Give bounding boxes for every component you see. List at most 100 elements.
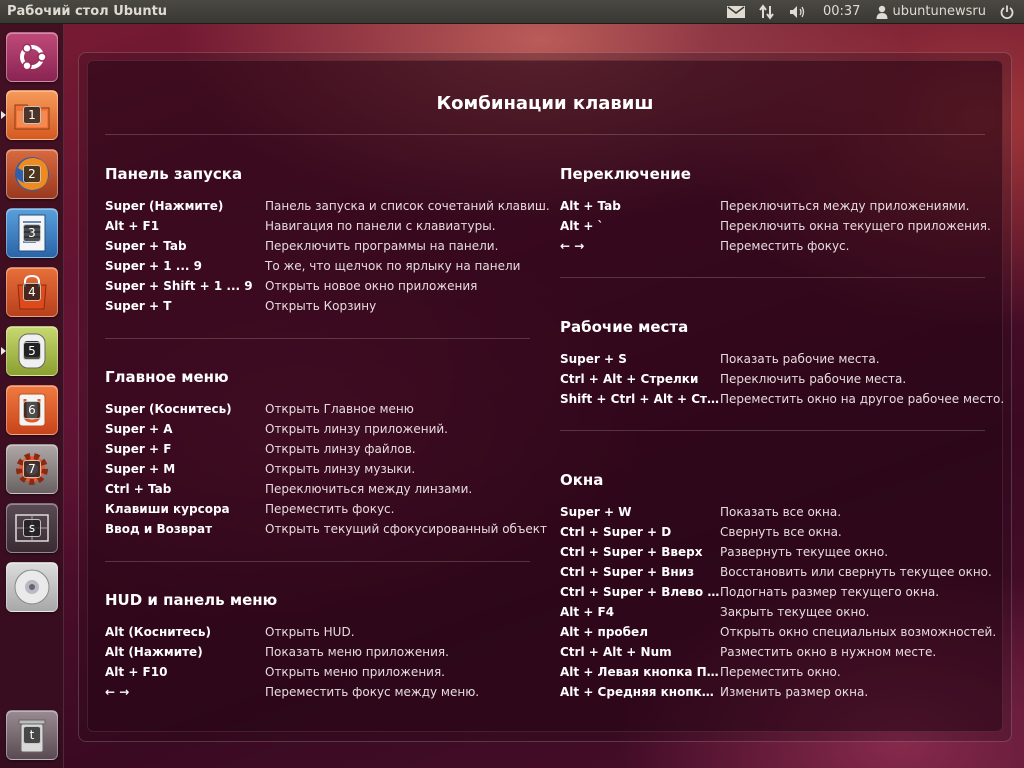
shortcut-description: Переместить фокус между меню. bbox=[265, 685, 480, 699]
launcher-item-ubuntu-one-music[interactable]: 6 bbox=[6, 385, 58, 435]
shortcut-description: Восстановить или свернуть текущее окно. bbox=[720, 565, 992, 579]
shortcut-row: Клавиши курсора Переместить фокус. bbox=[105, 499, 547, 519]
shortcut-row: Super + F Открыть линзу файлов. bbox=[105, 439, 547, 459]
shortcut-key: Super + T bbox=[105, 299, 172, 313]
shortcut-description: Открыть новое окно приложения bbox=[265, 279, 478, 293]
shortcut-key: Alt + F4 bbox=[560, 605, 615, 619]
section-title-workspaces: Рабочие места bbox=[560, 318, 689, 336]
shortcut-row: Alt + ` Переключить окна текущего приложе… bbox=[560, 216, 991, 236]
shortcut-description: Переключить окна текущего приложения. bbox=[720, 219, 991, 233]
shortcut-list-launcher: Super (Нажмите) Панель запуска и список с… bbox=[105, 196, 550, 316]
shortcut-key: Клавиши курсора bbox=[105, 502, 230, 516]
volume-icon[interactable] bbox=[789, 0, 807, 24]
shortcut-key: Super + 1 ... 9 bbox=[105, 259, 202, 273]
network-icon[interactable] bbox=[759, 0, 775, 24]
shortcut-key: Super (Коснитесь) bbox=[105, 402, 232, 416]
launcher-item-trash[interactable]: t bbox=[6, 710, 58, 760]
shortcut-row: Alt + Левая кнопка Пе... Переместить окно… bbox=[560, 662, 996, 682]
shortcut-key: Super + Shift + 1 ... 9 bbox=[105, 279, 253, 293]
user-name: ubuntunewsru bbox=[892, 4, 986, 19]
shortcut-list-switching: Alt + Tab Переключиться между приложениям… bbox=[560, 196, 991, 256]
launcher-item-firefox[interactable]: 2 bbox=[6, 149, 58, 199]
launcher-number: 3 bbox=[23, 224, 41, 242]
top-panel: Рабочий стол Ubuntu 00:37 ubuntunewsru bbox=[0, 0, 1024, 24]
user-menu[interactable]: ubuntunewsru bbox=[876, 4, 986, 19]
shortcut-row: Ctrl + Super + D Свернуть все окна. bbox=[560, 522, 996, 542]
shortcut-key: Alt (Коснитесь) bbox=[105, 625, 211, 639]
running-indicator bbox=[1, 347, 6, 355]
shortcut-row: Super (Коснитесь) Открыть Главное меню bbox=[105, 399, 547, 419]
shortcut-row: Alt (Коснитесь) Открыть HUD. bbox=[105, 622, 479, 642]
power-icon[interactable] bbox=[1000, 0, 1014, 24]
shortcut-row: Alt + F10 Открыть меню приложения. bbox=[105, 662, 479, 682]
shortcut-row: Shift + Ctrl + Alt + Стре... Переместить … bbox=[560, 389, 1004, 409]
shortcut-row: Ctrl + Super + Вверх Развернуть текущее о… bbox=[560, 542, 996, 562]
shortcut-description: Открыть линзу приложений. bbox=[265, 422, 448, 436]
shortcut-description: Открыть Корзину bbox=[265, 299, 377, 313]
shortcut-key: Ctrl + Alt + Стрелки bbox=[560, 372, 699, 386]
clock[interactable]: 00:37 bbox=[823, 4, 860, 19]
shortcut-key: Alt + пробел bbox=[560, 625, 648, 639]
launcher-number: s bbox=[23, 519, 41, 537]
shortcut-row: Alt + Средняя кнопка ... Изменить размер … bbox=[560, 682, 996, 702]
shortcut-key: Super (Нажмите) bbox=[105, 199, 224, 213]
shortcut-row: Ctrl + Tab Переключиться между линзами. bbox=[105, 479, 547, 499]
launcher-item-workspace-switcher[interactable]: s bbox=[6, 503, 58, 553]
shortcut-row: Ctrl + Alt + Стрелки Переключить рабочие … bbox=[560, 369, 1004, 389]
shortcut-row: Ctrl + Alt + Num Разместить окно в нужном… bbox=[560, 642, 996, 662]
mail-icon[interactable] bbox=[726, 0, 745, 24]
shortcut-key: ← → bbox=[560, 239, 585, 253]
divider bbox=[105, 561, 530, 562]
launcher-item-libreoffice-writer[interactable]: 3 bbox=[6, 208, 58, 258]
launcher-number: t bbox=[23, 726, 41, 744]
shortcut-key: Alt + Левая кнопка Пе... bbox=[560, 665, 720, 679]
shortcut-description: Развернуть текущее окно. bbox=[720, 545, 889, 559]
divider bbox=[105, 134, 985, 135]
shortcut-key: Alt + Средняя кнопка ... bbox=[560, 685, 720, 699]
shortcut-row: Ввод и Возврат Открыть текущий сфокусиров… bbox=[105, 519, 547, 539]
launcher-number: 2 bbox=[23, 165, 41, 183]
shortcut-description: Переключиться между приложениями. bbox=[720, 199, 970, 213]
shortcut-key: Ввод и Возврат bbox=[105, 522, 213, 536]
launcher-number: 4 bbox=[23, 283, 41, 301]
shortcut-key: Super + S bbox=[560, 352, 627, 366]
shortcut-description: Переключить программы на панели. bbox=[265, 239, 499, 253]
section-title-switching: Переключение bbox=[560, 165, 691, 183]
launcher-number: 6 bbox=[23, 401, 41, 419]
shortcut-row: Super + S Показать рабочие места. bbox=[560, 349, 1004, 369]
ubuntu-logo-icon bbox=[20, 43, 47, 71]
launcher-item-system-settings[interactable]: 7 bbox=[6, 444, 58, 494]
shortcut-row: Alt + Tab Переключиться между приложениям… bbox=[560, 196, 991, 216]
launcher-number: 7 bbox=[23, 460, 41, 478]
shortcut-key: Ctrl + Super + Влево ил... bbox=[560, 585, 720, 599]
shortcut-key: Super + A bbox=[105, 422, 173, 436]
overlay-title: Комбинации клавиш bbox=[436, 93, 654, 114]
shortcut-description: Открыть Главное меню bbox=[265, 402, 414, 416]
shortcut-row: Super + Tab Переключить программы на пане… bbox=[105, 236, 550, 256]
launcher-item-disc[interactable] bbox=[6, 562, 58, 612]
shortcut-row: Super + T Открыть Корзину bbox=[105, 296, 550, 316]
user-icon bbox=[876, 5, 888, 19]
shortcut-key: Ctrl + Super + D bbox=[560, 525, 672, 539]
shortcut-row: Alt + F4 Закрыть текущее окно. bbox=[560, 602, 996, 622]
shortcut-description: То же, что щелчок по ярлыку на панели bbox=[265, 259, 521, 273]
launcher-item-dash-home[interactable] bbox=[6, 32, 58, 82]
shortcut-row: ← → Переместить фокус. bbox=[560, 236, 991, 256]
shortcut-description: Переместить окно. bbox=[720, 665, 841, 679]
shortcut-key: Super + W bbox=[560, 505, 632, 519]
section-title-hud: HUD и панель меню bbox=[105, 591, 278, 609]
launcher-item-ubuntu-one[interactable]: 5 bbox=[1, 326, 58, 376]
shortcut-description: Показать все окна. bbox=[720, 505, 842, 519]
shortcut-key: ← → bbox=[105, 685, 130, 699]
divider bbox=[560, 277, 985, 278]
shortcut-row: Ctrl + Super + Вниз Восстановить или свер… bbox=[560, 562, 996, 582]
shortcut-description: Открыть HUD. bbox=[265, 625, 355, 639]
shortcut-row: Ctrl + Super + Влево ил...Подогнать разм… bbox=[560, 582, 996, 602]
shortcut-description: Переместить фокус. bbox=[720, 239, 850, 253]
shortcut-row: Super + Shift + 1 ... 9 Открыть новое окн… bbox=[105, 276, 550, 296]
launcher-item-software-center[interactable]: 4 bbox=[6, 267, 58, 317]
shortcut-description: Разместить окно в нужном месте. bbox=[720, 645, 937, 659]
shortcut-description: Открыть окно специальных возможностей. bbox=[720, 625, 997, 639]
shortcut-key: Alt + ` bbox=[560, 219, 604, 233]
shortcut-description: Показать меню приложения. bbox=[265, 645, 449, 659]
